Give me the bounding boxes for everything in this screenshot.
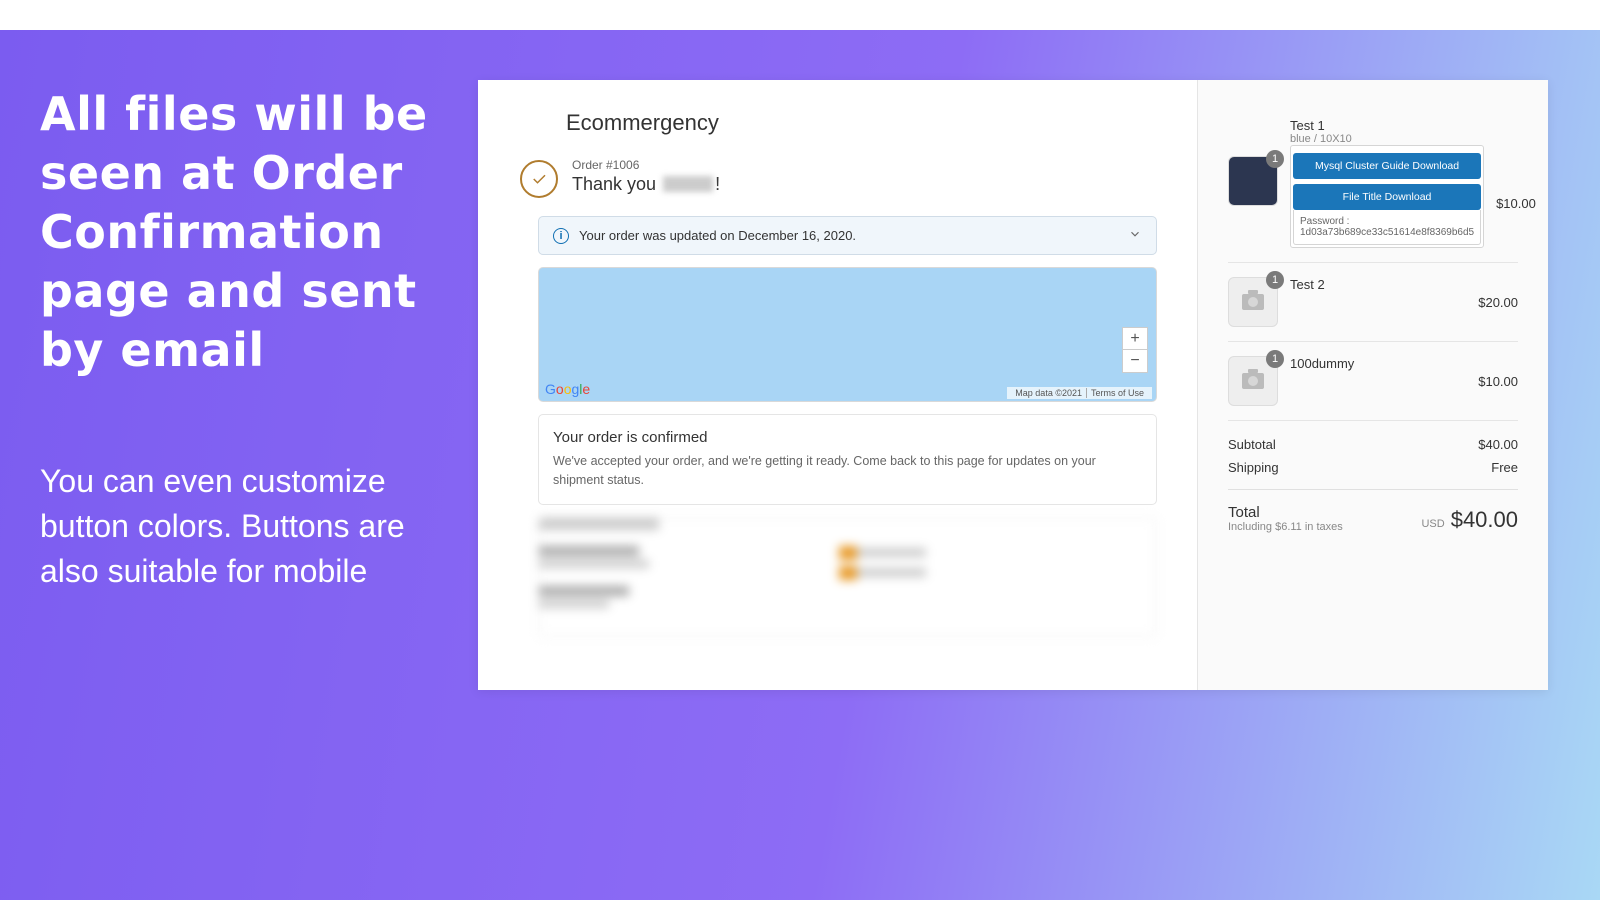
camera-icon	[1242, 373, 1264, 389]
info-icon: i	[553, 228, 569, 244]
store-name: Ecommergency	[566, 110, 1157, 136]
chevron-down-icon	[1128, 227, 1142, 244]
confirm-title: Your order is confirmed	[553, 429, 1142, 446]
total-label: Total	[1228, 504, 1343, 521]
subtotal-label: Subtotal	[1228, 437, 1276, 452]
map[interactable]: +− Google Map data ©2021Terms of Use	[538, 267, 1157, 402]
thank-you: Thank you !	[572, 174, 720, 195]
camera-icon	[1242, 294, 1264, 310]
item-title: 100dummy	[1290, 356, 1466, 371]
item-title: Test 1	[1290, 118, 1484, 133]
total-amount: $40.00	[1451, 507, 1518, 532]
product-thumb: 1	[1228, 277, 1278, 327]
check-icon	[520, 160, 558, 198]
update-text: Your order was updated on December 16, 2…	[579, 228, 856, 243]
shipping-label: Shipping	[1228, 460, 1279, 475]
order-number: Order #1006	[572, 158, 720, 172]
tax-note: Including $6.11 in taxes	[1228, 521, 1343, 533]
currency: USD	[1421, 518, 1444, 530]
order-confirmation-screenshot: Ecommergency Order #1006 Thank you ! i Y…	[478, 80, 1548, 690]
subtotal: $40.00	[1478, 437, 1518, 452]
line-item: 1 100dummy $10.00	[1228, 342, 1518, 421]
qty-badge: 1	[1266, 350, 1284, 368]
marketing-subtext: You can even customize button colors. Bu…	[40, 459, 460, 593]
qty-badge: 1	[1266, 271, 1284, 289]
item-price: $10.00	[1496, 196, 1536, 211]
product-thumb: 1	[1228, 356, 1278, 406]
order-update-banner[interactable]: i Your order was updated on December 16,…	[538, 216, 1157, 255]
google-logo: Google	[545, 381, 590, 397]
item-price: $10.00	[1478, 374, 1518, 389]
marketing-headline: All files will be seen at Order Confirma…	[40, 85, 460, 379]
map-attribution: Map data ©2021Terms of Use	[1007, 387, 1152, 399]
customer-info-blurred	[538, 517, 1157, 637]
password-box: Password : 1d03a73b689ce33c51614e8f8369b…	[1293, 210, 1481, 245]
download-button[interactable]: File Title Download	[1293, 184, 1481, 210]
shipping: Free	[1491, 460, 1518, 475]
item-price: $20.00	[1478, 295, 1518, 310]
line-item: 1 Test 1 blue / 10X10 Mysql Cluster Guid…	[1228, 104, 1518, 263]
zoom-out[interactable]: −	[1123, 350, 1147, 372]
confirm-body: We've accepted your order, and we're get…	[553, 452, 1142, 490]
download-button[interactable]: Mysql Cluster Guide Download	[1293, 153, 1481, 179]
product-thumb: 1	[1228, 156, 1278, 206]
order-summary: 1 Test 1 blue / 10X10 Mysql Cluster Guid…	[1198, 80, 1548, 690]
qty-badge: 1	[1266, 150, 1284, 168]
item-title: Test 2	[1290, 277, 1466, 292]
confirm-card: Your order is confirmed We've accepted y…	[538, 414, 1157, 505]
line-item: 1 Test 2 $20.00	[1228, 263, 1518, 342]
map-zoom[interactable]: +−	[1122, 327, 1148, 373]
item-variant: blue / 10X10	[1290, 133, 1484, 145]
zoom-in[interactable]: +	[1123, 328, 1147, 350]
